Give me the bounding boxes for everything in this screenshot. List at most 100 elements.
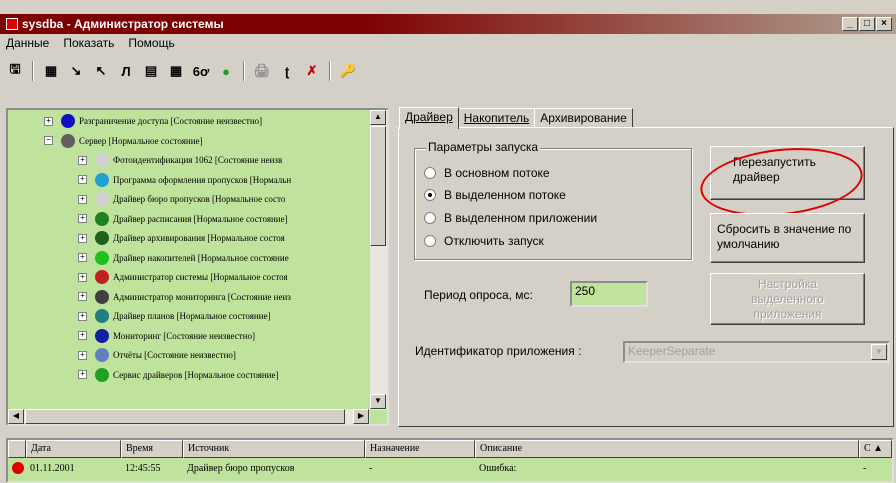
close-button[interactable]: × (876, 17, 892, 31)
menu-help[interactable]: Помощь (128, 36, 174, 54)
app-icon (6, 18, 18, 30)
log-col-time[interactable]: Время (121, 440, 183, 458)
list-icon[interactable]: ▤ (140, 60, 162, 82)
app-id-value: KeeperSeparate (628, 344, 716, 358)
scroll-left-button[interactable]: ◀ (8, 409, 24, 424)
log-col-description[interactable]: Описание (475, 440, 859, 458)
toolbar: 🖫 ▦ ↘ ↖ Л ▤ ▦ 6ơ ● 🖨 ʈ ✗ 🔑 (4, 58, 359, 84)
module-icon (95, 348, 109, 362)
tree-horizontal-scrollbar[interactable]: ◀ ▶ (8, 409, 370, 424)
radio-dedicated-thread[interactable]: В выделенном потоке (424, 188, 566, 202)
tree-node-label: Сервис драйверов [Нормальное состояние] (113, 369, 279, 380)
tree-node[interactable]: + Драйвер бюро пропусков [Нормальное сост… (78, 190, 285, 208)
link-icon[interactable]: Л (115, 60, 137, 82)
scroll-up-button[interactable]: ▲ (370, 110, 386, 125)
radio-dedicated-app[interactable]: В выделенном приложении (424, 211, 597, 225)
log-source: Драйвер бюро пропусков (187, 463, 295, 474)
tree-node[interactable]: − Сервер [Нормальное состояние] (44, 132, 203, 150)
toolbar-separator (243, 61, 245, 81)
tree-node[interactable]: + Драйвер расписания [Нормальное состояни… (78, 210, 288, 228)
table-icon[interactable]: ▦ (165, 60, 187, 82)
log-row[interactable]: 01.11.2001 12:45:55 Драйвер бюро пропуск… (8, 460, 892, 478)
expand-icon[interactable]: + (78, 292, 87, 301)
poll-period-input[interactable]: 250 (570, 281, 648, 307)
log-col-source[interactable]: Источник (183, 440, 365, 458)
log-time: 12:45:55 (125, 463, 161, 474)
scroll-thumb[interactable] (25, 409, 345, 424)
tree-content: + Разграничение доступа [Состояние неизве… (8, 110, 370, 410)
log-col-destination[interactable]: Назначение (365, 440, 475, 458)
expand-icon[interactable]: + (78, 350, 87, 360)
expand-icon[interactable]: + (78, 272, 87, 282)
window-title: sysdba - Администратор системы (22, 17, 224, 31)
app-settings-button[interactable]: Настройка выделенного приложения (710, 273, 865, 325)
tree-node[interactable]: + Администратор мониторинга [Состояние не… (78, 288, 291, 306)
module-tree: + Разграничение доступа [Состояние неизве… (6, 108, 389, 426)
module-icon (95, 192, 109, 206)
expand-icon[interactable]: + (44, 116, 53, 126)
tree-node[interactable]: + Драйвер архивирования [Нормальное состо… (78, 229, 285, 247)
minimize-button[interactable]: _ (842, 17, 858, 31)
collapse-icon[interactable]: − (44, 136, 53, 145)
expand-icon[interactable]: + (78, 194, 87, 204)
log-col-date[interactable]: Дата (26, 440, 121, 458)
tree-node[interactable]: + Фотоидентификация 1062 [Состояние неизв (78, 151, 282, 169)
print-icon[interactable]: 🖨 (251, 60, 273, 82)
radio-indicator (424, 235, 436, 247)
key-icon[interactable]: 🔑 (337, 60, 359, 82)
tree-node-label: Мониторинг [Состояние неизвестно] (113, 330, 256, 341)
tree-node-label: Драйвер накопителей [Нормальное состояни… (113, 252, 289, 263)
arrow-down-icon[interactable]: ↘ (65, 60, 87, 82)
tree-node[interactable]: + Отчёты [Состояние неизвестно] (78, 346, 236, 364)
tree-node-label: Драйвер планов [Нормальное состояние] (113, 311, 271, 321)
menu-view[interactable]: Показать (63, 36, 114, 54)
tab-storage[interactable]: Накопитель (457, 108, 536, 128)
expand-icon[interactable]: + (78, 155, 87, 165)
menu-data[interactable]: Данные (6, 36, 49, 54)
tree-node[interactable]: + Мониторинг [Состояние неизвестно] (78, 327, 255, 345)
expand-icon[interactable]: + (78, 253, 87, 262)
log-date: 01.11.2001 (30, 463, 75, 474)
module-icon (95, 289, 109, 304)
scroll-right-button[interactable]: ▶ (353, 409, 369, 424)
arrow-up-icon[interactable]: ↖ (90, 60, 112, 82)
tree-vertical-scrollbar[interactable]: ▲ ▼ (370, 110, 387, 410)
disconnect-icon[interactable]: ✗ (301, 60, 323, 82)
app-id-combo[interactable]: KeeperSeparate ▼ (623, 341, 890, 363)
reset-default-button[interactable]: Сбросить в значение по умолчанию (710, 213, 865, 263)
tree-node[interactable]: + Разграничение доступа [Состояние неизве… (44, 112, 262, 130)
radio-main-thread[interactable]: В основном потоке (424, 166, 550, 180)
menu-bar: Данные Показать Помощь (0, 36, 175, 54)
module-icon (95, 328, 109, 343)
radio-disable-launch[interactable]: Отключить запуск (424, 234, 544, 248)
module-icon (61, 114, 75, 128)
tree-node[interactable]: + Драйвер планов [Нормальное состояние] (78, 307, 270, 325)
expand-icon[interactable]: + (78, 370, 87, 379)
log-col-extra[interactable]: С ▲ (859, 440, 892, 458)
log-description: Ошибка: (479, 463, 517, 474)
tab-driver[interactable]: Драйвер (399, 107, 459, 129)
binoculars-icon[interactable]: 6ơ (190, 60, 212, 82)
expand-icon[interactable]: + (78, 214, 87, 223)
tree-node[interactable]: + Администратор системы [Нормальное состо… (78, 268, 288, 286)
scroll-down-button[interactable]: ▼ (370, 394, 386, 409)
app-id-label: Идентификатор приложения : (415, 344, 582, 358)
scroll-thumb[interactable] (370, 126, 386, 246)
expand-icon[interactable]: + (78, 331, 87, 340)
status-icon[interactable]: ● (215, 60, 237, 82)
expand-icon[interactable]: + (78, 311, 87, 321)
tree-node[interactable]: + Сервис драйверов [Нормальное состояние] (78, 366, 278, 384)
tab-archiving[interactable]: Архивирование (534, 108, 633, 128)
tree-node[interactable]: + Программа оформления пропусков [Нормаль… (78, 171, 291, 189)
log-col-status[interactable] (8, 440, 26, 458)
event-log: Дата Время Источник Назначение Описание … (6, 438, 894, 483)
maximize-button[interactable]: □ (859, 17, 875, 31)
tree-node[interactable]: + Драйвер накопителей [Нормальное состоян… (78, 249, 289, 267)
module-icon (95, 153, 109, 167)
expand-icon[interactable]: + (78, 233, 87, 243)
chevron-down-icon[interactable]: ▼ (871, 344, 887, 360)
connect-icon[interactable]: ʈ (276, 60, 298, 82)
grid-icon[interactable]: ▦ (40, 60, 62, 82)
save-icon[interactable]: 🖫 (4, 60, 26, 82)
expand-icon[interactable]: + (78, 175, 87, 184)
